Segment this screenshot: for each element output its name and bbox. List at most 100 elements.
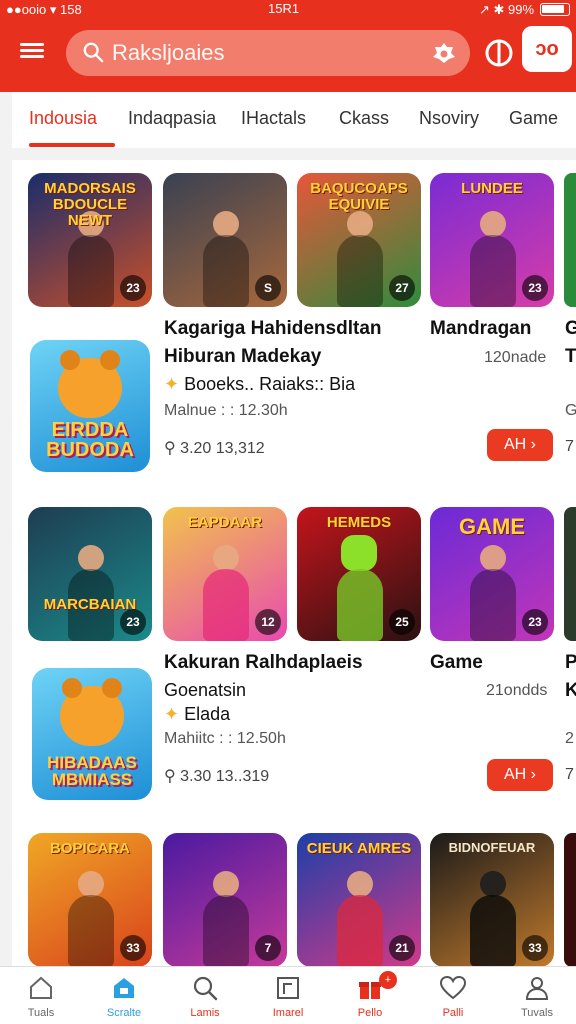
search-input[interactable]: [112, 38, 422, 68]
tab-ihactals[interactable]: IHactals: [241, 108, 306, 129]
character-art: [213, 871, 239, 897]
side-game-count: 21ondds: [486, 682, 548, 699]
nav-scralte[interactable]: Scralte: [89, 975, 159, 1023]
character-art: [347, 211, 373, 237]
store-icon: [114, 978, 134, 998]
status-time: 15R1: [268, 1, 300, 16]
nav-pello[interactable]: + Pello: [335, 971, 405, 1023]
nav-tuvals[interactable]: Tuvals: [502, 975, 572, 1023]
nav-imarel[interactable]: Imarel: [253, 975, 323, 1023]
status-signal: ●●ooio ▾ 158: [6, 2, 82, 17]
tab-indaqpasia[interactable]: Indaqpasia: [128, 108, 216, 129]
game-thumbnail[interactable]: EAPDAAR 12: [163, 507, 287, 641]
nav-palli[interactable]: Palli: [418, 975, 488, 1023]
pin-icon: ⚲: [164, 768, 181, 785]
game-title[interactable]: Kagariga Hahidensdltan: [164, 318, 382, 340]
shield-icon[interactable]: [484, 38, 514, 68]
game-thumbnail-partial[interactable]: [564, 507, 576, 641]
profile-icon: [525, 977, 549, 1000]
character-art: [213, 211, 239, 237]
tab-ckass[interactable]: Ckass: [339, 108, 389, 129]
tab-indousia[interactable]: Indousia: [29, 108, 97, 129]
game-thumbnail[interactable]: GAME 23: [430, 507, 554, 641]
thumbnail-badge: 33: [120, 935, 146, 961]
edge-title: G: [565, 318, 576, 339]
thumbnail-badge: S: [255, 275, 281, 301]
game-thumbnail[interactable]: BAQUCOAPS EQUIVIE 27: [297, 173, 421, 307]
thumbnail-title: EAPDAAR: [187, 514, 263, 531]
edge-stats: 7: [565, 438, 574, 455]
thumbnail-title: CIEUK AMRES: [306, 840, 412, 857]
status-right: ↗ ✱ 99%: [478, 2, 534, 17]
thumbnail-badge: 21: [389, 935, 415, 961]
active-tab-indicator: [29, 143, 115, 147]
badge-icon[interactable]: [432, 42, 456, 64]
tab-game[interactable]: Game: [509, 108, 558, 129]
game-schedule: Mahiitc : : 12.50h: [164, 730, 286, 747]
side-game-count: 120nade: [484, 349, 547, 366]
tab-nsoviry[interactable]: Nsoviry: [419, 108, 479, 129]
search-icon: [193, 976, 218, 1001]
leaf-icon: ✦: [164, 704, 185, 724]
status-bar: ●●ooio ▾ 158 15R1 ↗ ✱ 99%: [0, 0, 576, 20]
character-art: [480, 871, 506, 897]
game-thumbnail[interactable]: LUNDEE 23: [430, 173, 554, 307]
game-thumbnail-partial[interactable]: [564, 833, 576, 967]
bear-mascot-icon: [58, 350, 122, 418]
game-thumbnail[interactable]: BOPICARA 33: [28, 833, 152, 967]
thumbnail-badge: 12: [255, 609, 281, 635]
game-thumbnail-partial[interactable]: [564, 173, 576, 307]
search-bar[interactable]: [66, 30, 470, 76]
game-thumbnail[interactable]: MARCBAIAN 23: [28, 507, 152, 641]
game-thumbnail[interactable]: HEMEDS 25: [297, 507, 421, 641]
edge-stats: 7: [565, 766, 574, 783]
heart-icon: [439, 975, 467, 1000]
side-game-title[interactable]: Mandragan: [430, 318, 531, 340]
game-thumbnail[interactable]: BIDNOFEUAR 33: [430, 833, 554, 967]
category-tabs: Indousia Indaqpasia IHactals Ckass Nsovi…: [12, 92, 576, 148]
profile-box-button[interactable]: ɔo: [522, 26, 572, 72]
thumbnail-title: BIDNOFEUAR: [448, 840, 536, 855]
character-art: [341, 535, 377, 571]
game-thumbnail[interactable]: CIEUK AMRES 21: [297, 833, 421, 967]
game-schedule: Malnue : : 12.30h: [164, 402, 288, 419]
thumbnail-title: MADORSAIS BDOUCLE NEWT: [44, 180, 136, 229]
thumbnail-badge: 23: [522, 275, 548, 301]
thumbnail-badge: 23: [522, 609, 548, 635]
game-thumbnail[interactable]: MADORSAIS BDOUCLE NEWT 23: [28, 173, 152, 307]
thumbnail-badge: 33: [522, 935, 548, 961]
character-art: [213, 545, 239, 571]
thumbnail-badge: 25: [389, 609, 415, 635]
thumbnail-badge: 7: [255, 935, 281, 961]
edge-subtitle: K: [565, 680, 576, 701]
search-icon: [83, 42, 104, 63]
nav-lamis[interactable]: Lamis: [170, 975, 240, 1023]
thumbnail-badge: 23: [120, 609, 146, 635]
battery-icon: [540, 3, 570, 16]
mascot-title: HIBADAAS MBMIASS: [47, 753, 137, 789]
game-thumbnail[interactable]: 7: [163, 833, 287, 967]
play-button[interactable]: AH ›: [487, 429, 553, 461]
game-subtitle: Goenatsin: [164, 680, 247, 700]
nav-tuals[interactable]: Tuals: [6, 975, 76, 1023]
edge-meta: 2: [565, 730, 574, 747]
character-art: [78, 545, 104, 571]
game-tags: ✦ Elada: [164, 704, 231, 724]
game-title[interactable]: Kakuran Ralhdaplaeis: [164, 652, 363, 674]
game-mascot-card[interactable]: HIBADAAS MBMIASS: [32, 668, 152, 800]
game-thumbnail[interactable]: S: [163, 173, 287, 307]
game-mascot-card[interactable]: EIRDDA BUDODA: [30, 340, 150, 472]
thumbnail-title: GAME: [459, 514, 525, 539]
character-art: [480, 545, 506, 571]
menu-button[interactable]: [20, 40, 48, 66]
character-art: [347, 871, 373, 897]
game-stats: ⚲ 3.30 13..319: [164, 768, 270, 785]
mascot-title: EIRDDA BUDODA: [46, 419, 134, 461]
notification-badge: +: [379, 971, 397, 989]
thumbnail-title: LUNDEE: [461, 180, 523, 197]
side-game-title[interactable]: Game: [430, 652, 483, 674]
play-button[interactable]: AH ›: [487, 759, 553, 791]
thumbnail-badge: 23: [120, 275, 146, 301]
edge-meta: G: [565, 402, 576, 419]
thumbnail-title: HEMEDS: [326, 514, 392, 531]
